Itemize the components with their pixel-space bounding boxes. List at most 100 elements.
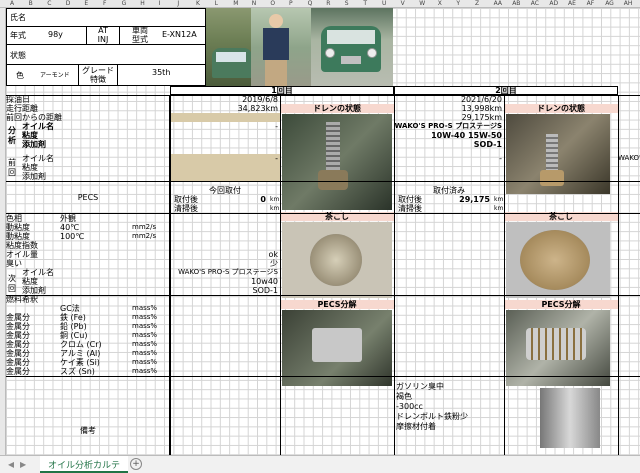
visc100-temp: 100℃ <box>60 232 85 241</box>
column-letter[interactable]: AH <box>624 0 633 8</box>
r3-prev-oil[interactable]: WAKO'S <box>618 154 640 163</box>
column-letter[interactable]: W <box>419 0 425 8</box>
label-fuel-dilution: 燃料希釈 <box>6 295 38 304</box>
r2-remark-3[interactable]: -300cc <box>396 402 423 412</box>
label-viscosity: 粘度 <box>22 131 38 140</box>
tab-next-icon[interactable]: ▶ <box>20 460 26 469</box>
column-letter[interactable]: M <box>233 0 238 8</box>
column-letter[interactable]: AB <box>512 0 520 8</box>
column-letter[interactable]: P <box>289 0 293 8</box>
column-letter[interactable]: L <box>215 0 218 8</box>
column-letter[interactable]: Q <box>308 0 313 8</box>
label-since-prev: 前回からの距離 <box>6 113 62 122</box>
column-letter[interactable]: A <box>10 0 14 8</box>
r1-oil-dash[interactable]: - <box>170 122 278 131</box>
r2-date[interactable]: 2021/6/20 <box>394 95 502 104</box>
r2-remark-4[interactable]: ドレンボルト鉄粉少 <box>396 412 468 422</box>
label-visc40: 動粘度 <box>6 223 30 232</box>
r1-mileage[interactable]: 34,823km <box>170 104 278 113</box>
column-letter[interactable]: J <box>177 0 179 8</box>
r1-prev-dash[interactable]: - <box>170 154 278 163</box>
car-photo-1 <box>206 8 251 88</box>
r2-prev-dash[interactable]: - <box>394 154 502 163</box>
column-letter[interactable]: D <box>66 0 71 8</box>
label-mileage: 走行距離 <box>6 104 38 113</box>
column-header: A B C D E F G H I J K L M N O P Q R S T U V W X Y Z AA AB AC AD AE AF AG… <box>0 0 640 8</box>
column-letter[interactable]: E <box>84 0 88 8</box>
year-label: 年式 <box>10 31 26 40</box>
r1-oil-amount[interactable]: ok <box>170 250 278 259</box>
r1-pecs-photo <box>282 310 392 386</box>
r1-pecs-title-panel: PECS分解 <box>280 300 394 309</box>
column-letter[interactable]: R <box>326 0 330 8</box>
column-letter[interactable]: X <box>438 0 442 8</box>
r1-drain-photo <box>282 114 392 210</box>
column-letter[interactable]: K <box>196 0 200 8</box>
r1-smell[interactable]: 少 <box>170 259 278 268</box>
column-letter[interactable]: F <box>103 0 106 8</box>
r2-pecs-mount-val[interactable]: 29,175 <box>426 195 490 204</box>
metal-cu: 銅 (Cu) <box>60 331 88 340</box>
r2-since[interactable]: 29,175km <box>394 113 502 122</box>
add-sheet-icon[interactable]: + <box>130 458 142 470</box>
column-letter[interactable]: I <box>159 0 161 8</box>
r2-remark-photo <box>540 388 600 448</box>
column-letter[interactable]: AA <box>494 0 502 8</box>
column-letter[interactable]: O <box>270 0 275 8</box>
label-date: 採油日 <box>6 95 30 104</box>
metal-cr-label: 金属分 <box>6 340 30 349</box>
r2-strainer-photo <box>506 222 610 298</box>
column-letter[interactable]: U <box>382 0 386 8</box>
round-2-title: 2回目 <box>495 86 517 95</box>
column-letter[interactable]: AF <box>587 0 595 8</box>
column-letter[interactable]: B <box>29 0 33 8</box>
r2-pecs-clean-label: 清掃後 <box>398 204 422 213</box>
column-letter[interactable]: AC <box>531 0 539 8</box>
column-letter[interactable]: N <box>252 0 257 8</box>
label-next: 次回 <box>8 274 16 293</box>
column-letter[interactable]: H <box>140 0 145 8</box>
column-letter[interactable]: G <box>122 0 127 8</box>
r2-additive[interactable]: SOD-1 <box>394 140 502 149</box>
metal-fe: 鉄 (Fe) <box>60 313 86 322</box>
r1-next-add[interactable]: SOD-1 <box>170 286 278 295</box>
r2-pecs-title: 取付済み <box>433 186 465 195</box>
column-letter[interactable]: AD <box>549 0 558 8</box>
r2-remark-5[interactable]: 摩擦材付着 <box>396 422 436 432</box>
label-oil-amount: オイル量 <box>6 250 38 259</box>
label-pecs: PECS <box>77 193 99 202</box>
r1-pecs-mount-val[interactable]: 0 <box>206 195 266 204</box>
unit-mass-sn: mass% <box>132 367 158 375</box>
grade-value: 35th <box>152 68 171 77</box>
column-letter[interactable]: AE <box>568 0 576 8</box>
sheet-tab-active[interactable]: オイル分析カルテ <box>40 456 129 473</box>
worksheet[interactable]: 氏名 年式 98y AT INJ 車両 型式 E-XN12A 状態 色 アーモン… <box>6 8 640 455</box>
label-remarks: 備考 <box>80 426 96 435</box>
column-letter[interactable]: Y <box>456 0 460 8</box>
model-label: 車両 型式 <box>132 26 148 44</box>
column-letter[interactable]: V <box>401 0 405 8</box>
column-letter[interactable]: S <box>345 0 349 8</box>
r2-mileage[interactable]: 13,998km <box>394 104 502 113</box>
r1-next-oil[interactable]: WAKO'S PRO-S プロステージS <box>170 268 278 277</box>
round-1-title: 1回目 <box>271 86 293 95</box>
visc40-temp: 40℃ <box>60 223 80 232</box>
car-photo-2 <box>311 8 393 88</box>
r1-date[interactable]: 2019/6/8 <box>170 95 278 104</box>
r1-next-visc[interactable]: 10w40 <box>170 277 278 286</box>
r2-oil-name[interactable]: WAKO'S PRO-S プロステージS <box>394 122 502 131</box>
metal-pb-label: 金属分 <box>6 322 30 331</box>
tab-prev-icon[interactable]: ◀ <box>8 460 14 469</box>
column-letter[interactable]: AG <box>605 0 614 8</box>
metal-cu-label: 金属分 <box>6 331 30 340</box>
column-letter[interactable]: C <box>47 0 51 8</box>
r2-remark-2[interactable]: 褐色 <box>396 392 412 402</box>
r1-since-cell[interactable] <box>170 113 280 122</box>
r2-visc[interactable]: 10W-40 15W-50 <box>394 131 502 140</box>
r2-remark-1[interactable]: ガソリン臭中 <box>396 382 444 392</box>
unit-mass-fe: mass% <box>132 313 158 321</box>
column-letter[interactable]: Z <box>475 0 479 8</box>
r2-km-2: km <box>494 205 504 212</box>
label-previous: 前回 <box>8 158 16 177</box>
column-letter[interactable]: T <box>363 0 367 8</box>
